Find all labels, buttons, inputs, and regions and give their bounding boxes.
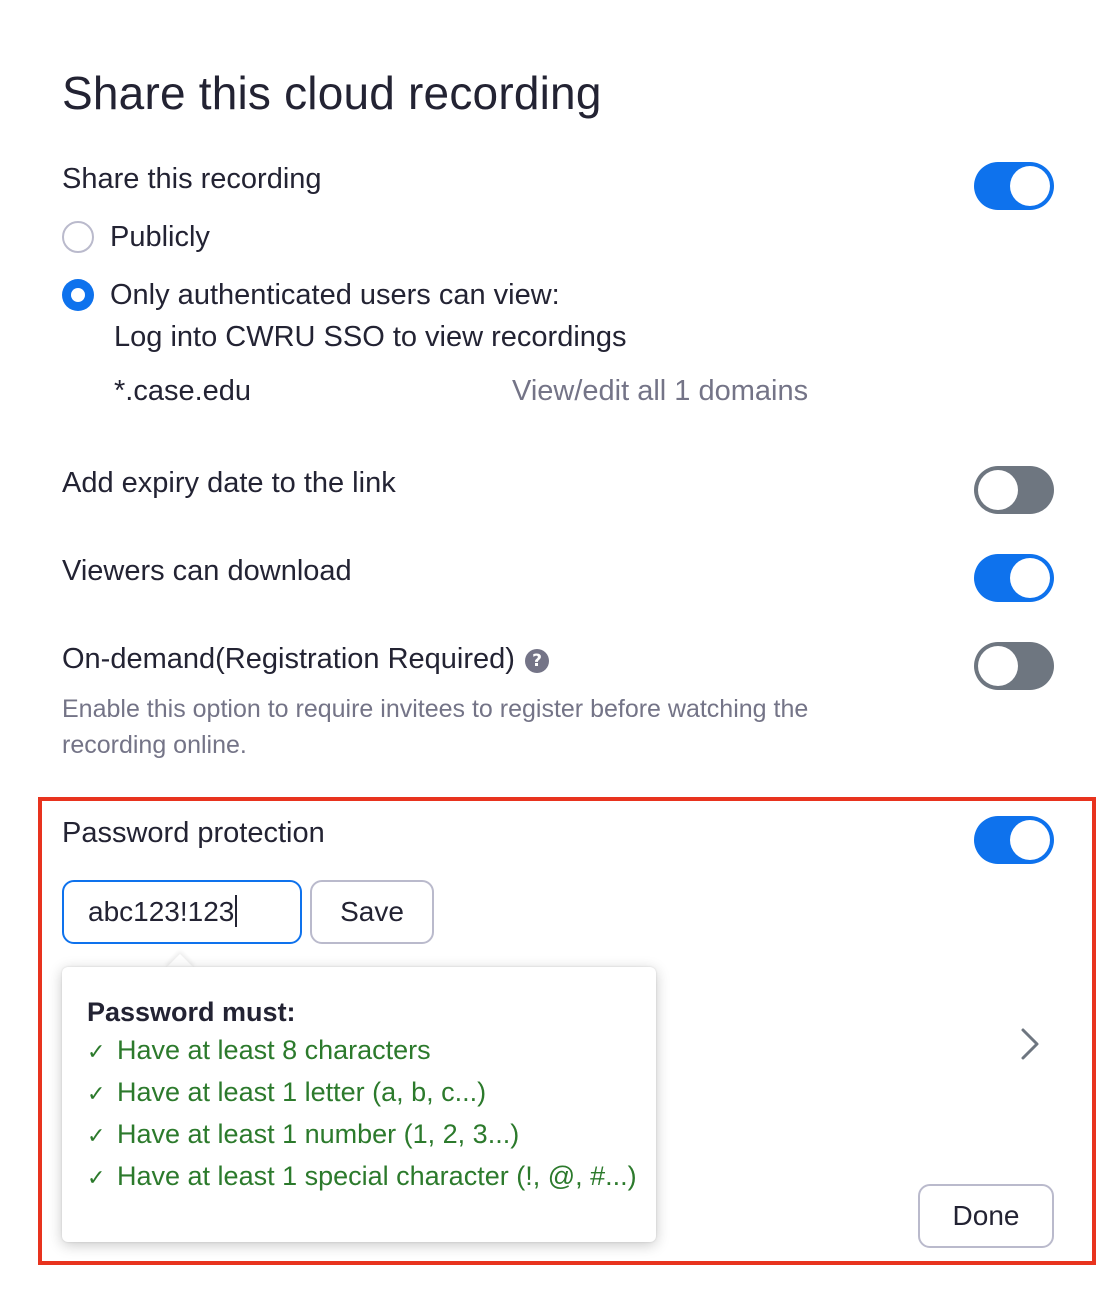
requirements-title: Password must:	[87, 997, 296, 1027]
on-demand-description-line1: Enable this option to require invitees t…	[62, 695, 809, 723]
password-requirements-tooltip: Password must: ✓ Have at least 8 characte…	[62, 967, 656, 1242]
requirement-text: Have at least 1 special character (!, @,…	[117, 1161, 637, 1191]
requirement-item: ✓ Have at least 8 characters	[87, 1035, 431, 1066]
requirement-item: ✓ Have at least 1 letter (a, b, c...)	[87, 1077, 486, 1108]
password-value: abc123!123	[88, 896, 235, 927]
on-demand-description-line2: recording online.	[62, 731, 247, 759]
done-button[interactable]: Done	[918, 1184, 1054, 1248]
view-edit-domains-link[interactable]: View/edit all 1 domains	[512, 375, 808, 408]
checkmark-icon: ✓	[87, 1081, 106, 1106]
on-demand-toggle[interactable]	[974, 642, 1054, 690]
toggle-knob	[1010, 166, 1050, 206]
expiry-label: Add expiry date to the link	[62, 467, 396, 499]
checkmark-icon: ✓	[87, 1123, 106, 1148]
requirement-text: Have at least 8 characters	[117, 1035, 431, 1065]
dialog-title: Share this cloud recording	[62, 67, 602, 119]
requirement-text: Have at least 1 number (1, 2, 3...)	[117, 1119, 520, 1149]
requirement-item: ✓ Have at least 1 special character (!, @…	[87, 1161, 637, 1192]
download-toggle[interactable]	[974, 554, 1054, 602]
save-button[interactable]: Save	[310, 880, 434, 944]
share-recording-toggle[interactable]	[974, 162, 1054, 210]
toggle-knob	[978, 646, 1018, 686]
share-recording-label: Share this recording	[62, 163, 322, 195]
password-protection-toggle[interactable]	[974, 816, 1054, 864]
question-circle-icon[interactable]: ?	[525, 649, 549, 673]
toggle-knob	[1010, 820, 1050, 860]
domain-text: *.case.edu	[114, 375, 252, 407]
checkmark-icon: ✓	[87, 1039, 106, 1064]
share-recording-dialog: Share this cloud recording Share this re…	[0, 0, 1114, 1292]
chevron-right-icon[interactable]	[1010, 1024, 1050, 1064]
radio-publicly[interactable]	[62, 221, 94, 253]
text-caret	[235, 894, 238, 927]
requirement-item: ✓ Have at least 1 number (1, 2, 3...)	[87, 1119, 519, 1150]
radio-authenticated-label[interactable]: Only authenticated users can view:	[110, 279, 560, 312]
expiry-toggle[interactable]	[974, 466, 1054, 514]
toggle-knob	[978, 470, 1018, 510]
on-demand-label: On-demand(Registration Required)	[62, 643, 515, 675]
auth-detail-text: Log into CWRU SSO to view recordings	[114, 321, 627, 353]
password-protection-label: Password protection	[62, 817, 325, 849]
password-input[interactable]: abc123!123	[62, 880, 302, 944]
download-label: Viewers can download	[62, 555, 352, 587]
requirement-text: Have at least 1 letter (a, b, c...)	[117, 1077, 487, 1107]
toggle-knob	[1010, 558, 1050, 598]
radio-authenticated-users[interactable]	[62, 279, 94, 311]
checkmark-icon: ✓	[87, 1165, 106, 1190]
radio-publicly-label[interactable]: Publicly	[110, 221, 210, 254]
